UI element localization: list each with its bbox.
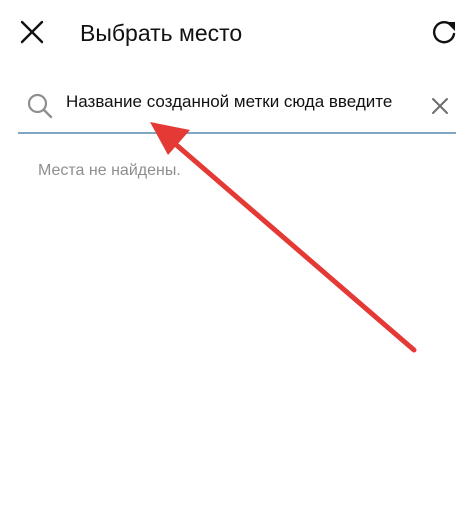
clear-search-button[interactable] [426, 92, 454, 120]
search-input[interactable]: Название созданной метки сюда введите [66, 92, 418, 122]
search-bar: Название созданной метки сюда введите [18, 84, 456, 134]
clear-icon [432, 98, 448, 114]
page-title: Выбрать место [80, 20, 243, 46]
close-icon [20, 20, 44, 44]
header-bar: Выбрать место [0, 0, 474, 66]
refresh-icon [433, 21, 456, 44]
annotation-arrow [150, 122, 417, 353]
search-icon [26, 92, 54, 120]
close-button[interactable] [12, 12, 52, 52]
empty-results-message: Места не найдены. [38, 162, 181, 179]
refresh-button[interactable] [424, 12, 464, 52]
